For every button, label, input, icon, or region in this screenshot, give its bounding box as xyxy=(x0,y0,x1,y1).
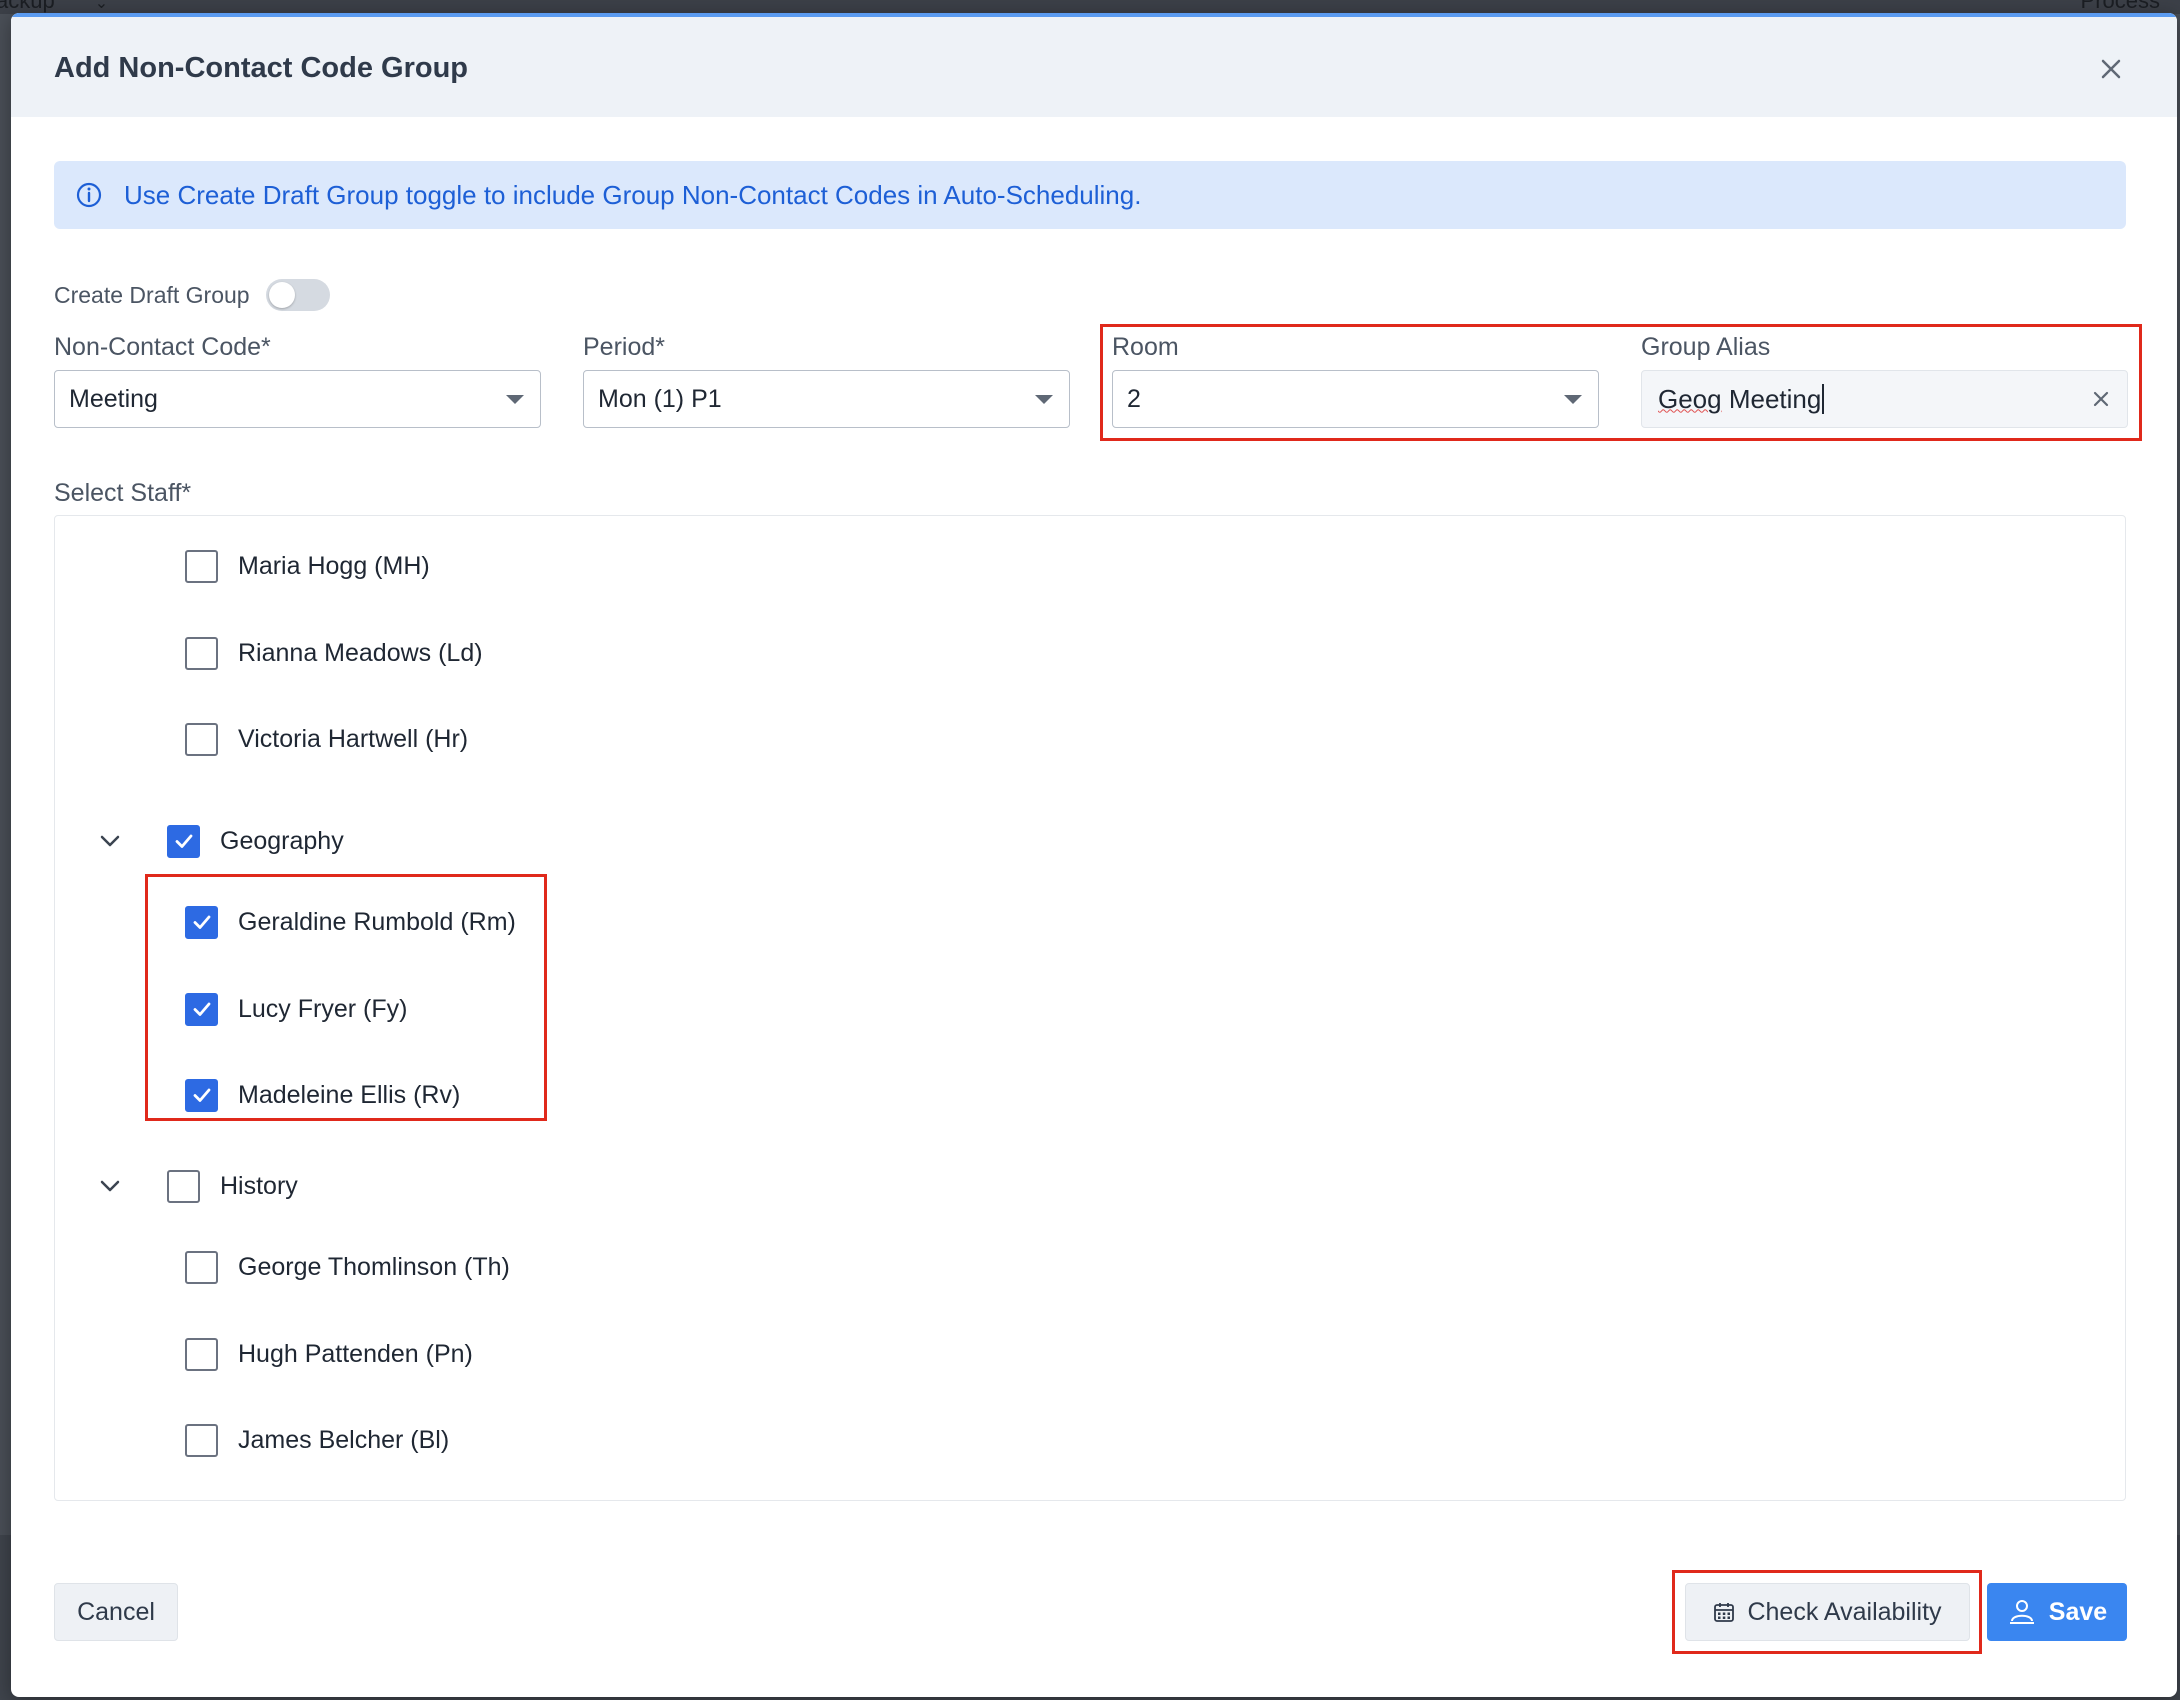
check-icon xyxy=(193,1088,210,1102)
list-item[interactable]: Lucy Fryer (Fy) xyxy=(185,989,407,1029)
background-process-button: Process xyxy=(2080,0,2160,13)
staff-label: James Belcher (Bl) xyxy=(238,1425,450,1454)
list-item[interactable]: Maria Hogg (MH) xyxy=(185,546,430,586)
check-icon xyxy=(193,915,210,929)
group-label: History xyxy=(220,1171,298,1200)
staff-checkbox[interactable] xyxy=(185,549,218,583)
cancel-label: Cancel xyxy=(77,1597,155,1626)
list-item[interactable]: Victoria Hartwell (Hr) xyxy=(185,719,468,759)
chevron-down-icon[interactable] xyxy=(95,1171,125,1201)
close-button[interactable] xyxy=(2095,53,2127,85)
group-item-geography[interactable]: Geography xyxy=(167,821,344,861)
staff-checkbox[interactable] xyxy=(185,1250,218,1284)
dropdown-caret-icon xyxy=(1564,395,1582,404)
staff-checkbox[interactable] xyxy=(185,905,218,939)
calendar-icon xyxy=(1714,1603,1735,1622)
list-item[interactable]: Rianna Meadows (Ld) xyxy=(185,633,483,673)
check-availability-button[interactable]: Check Availability xyxy=(1685,1583,1970,1641)
draft-group-toggle[interactable] xyxy=(265,279,330,311)
room-label: Room xyxy=(1112,333,1179,361)
room-select[interactable]: 2 xyxy=(1112,370,1599,428)
group-alias-input[interactable]: Geog Meeting xyxy=(1641,370,2128,428)
staff-checkbox[interactable] xyxy=(185,1423,218,1457)
check-availability-label: Check Availability xyxy=(1747,1597,1942,1626)
save-user-icon xyxy=(2009,1600,2034,1624)
cancel-button[interactable]: Cancel xyxy=(54,1583,178,1641)
staff-checkbox[interactable] xyxy=(185,722,218,756)
staff-checkbox[interactable] xyxy=(185,1337,218,1371)
group-label: Geography xyxy=(220,826,344,855)
staff-label: George Thomlinson (Th) xyxy=(238,1252,510,1281)
close-icon xyxy=(2101,59,2121,79)
period-value: Mon (1) P1 xyxy=(598,384,722,413)
add-group-dialog: Add Non-Contact Code Group Use Create Dr… xyxy=(11,13,2177,1697)
non-contact-code-value: Meeting xyxy=(69,384,158,413)
text-cursor xyxy=(1822,384,1825,414)
group-checkbox[interactable] xyxy=(167,1169,200,1203)
info-icon xyxy=(76,182,102,208)
check-icon xyxy=(175,834,192,848)
list-item[interactable]: George Thomlinson (Th) xyxy=(185,1247,510,1287)
clear-icon[interactable] xyxy=(2089,387,2113,411)
staff-label: Lucy Fryer (Fy) xyxy=(238,994,408,1023)
list-item[interactable]: Geraldine Rumbold (Rm) xyxy=(185,902,516,942)
non-contact-code-label: Non-Contact Code* xyxy=(54,333,271,361)
background-tab: ackup ⌄ xyxy=(0,0,109,13)
chevron-down-icon[interactable] xyxy=(95,826,125,856)
non-contact-code-select[interactable]: Meeting xyxy=(54,370,541,428)
group-item-history[interactable]: History xyxy=(167,1166,298,1206)
alert-text: Use Create Draft Group toggle to include… xyxy=(124,179,1142,210)
staff-checkbox[interactable] xyxy=(185,636,218,670)
draft-toggle-label: Create Draft Group xyxy=(54,281,250,308)
staff-tree-panel: Maria Hogg (MH) Rianna Meadows (Ld) Vict… xyxy=(54,515,2126,1501)
select-staff-label: Select Staff* xyxy=(54,479,192,507)
staff-checkbox[interactable] xyxy=(185,992,218,1026)
list-item[interactable]: Madeleine Ellis (Rv) xyxy=(185,1075,460,1115)
group-alias-label: Group Alias xyxy=(1641,333,1771,361)
check-icon xyxy=(193,1002,210,1016)
staff-label: Hugh Pattenden (Pn) xyxy=(238,1339,473,1368)
staff-label: Madeleine Ellis (Rv) xyxy=(238,1080,461,1109)
toggle-knob xyxy=(268,282,295,308)
save-label: Save xyxy=(2048,1597,2108,1626)
list-item[interactable]: Hugh Pattenden (Pn) xyxy=(185,1334,473,1374)
room-value: 2 xyxy=(1127,384,1141,413)
staff-label: Maria Hogg (MH) xyxy=(238,551,430,580)
dropdown-caret-icon xyxy=(1035,395,1053,404)
staff-label: Rianna Meadows (Ld) xyxy=(238,638,483,667)
staff-label: Geraldine Rumbold (Rm) xyxy=(238,907,516,936)
staff-checkbox[interactable] xyxy=(185,1078,218,1112)
group-alias-value: Geog Meeting xyxy=(1658,383,1822,414)
list-item[interactable]: James Belcher (Bl) xyxy=(185,1420,449,1460)
draft-toggle-row: Create Draft Group xyxy=(54,279,330,311)
save-button[interactable]: Save xyxy=(1987,1583,2127,1641)
dialog-title: Add Non-Contact Code Group xyxy=(54,52,469,84)
dropdown-caret-icon xyxy=(506,395,524,404)
period-select[interactable]: Mon (1) P1 xyxy=(583,370,1070,428)
group-checkbox[interactable] xyxy=(167,824,200,858)
period-label: Period* xyxy=(583,333,665,361)
info-alert: Use Create Draft Group toggle to include… xyxy=(54,161,2126,229)
background-app-strip: ackup ⌄ Process xyxy=(0,0,2180,14)
dialog-header: Add Non-Contact Code Group xyxy=(11,13,2177,117)
staff-label: Victoria Hartwell (Hr) xyxy=(238,724,469,753)
